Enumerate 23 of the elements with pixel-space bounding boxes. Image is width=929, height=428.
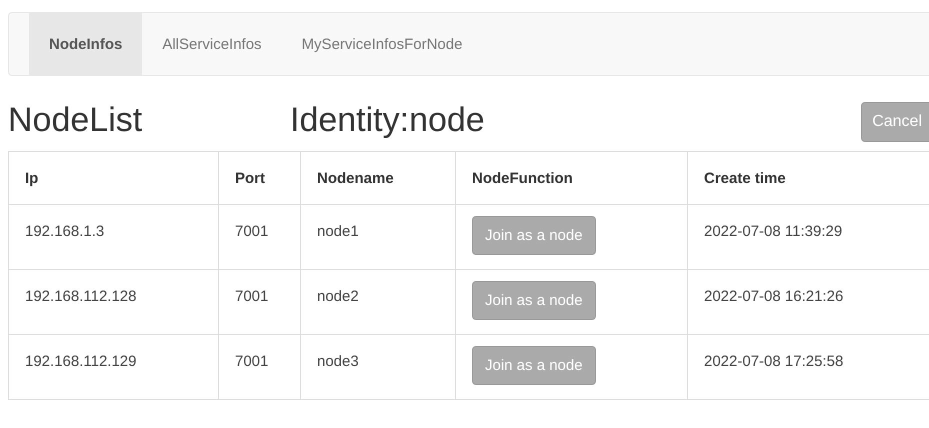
table-cell: 7001: [218, 270, 300, 335]
column-header: Port: [218, 152, 300, 205]
join-button[interactable]: Join as a node: [472, 216, 596, 256]
table-cell: node3: [300, 334, 456, 400]
page-title: NodeList: [8, 102, 144, 141]
nav-tab[interactable]: NodeInfos: [29, 13, 142, 75]
table-cell: 192.168.1.3: [8, 204, 218, 270]
table-cell: 192.168.112.129: [8, 334, 218, 400]
column-header: NodeFunction: [456, 152, 688, 205]
join-button[interactable]: Join as a node: [472, 281, 596, 320]
table-cell: 192.168.112.128: [8, 270, 218, 335]
column-header: Nodename: [300, 152, 456, 205]
table-cell: node2: [300, 270, 456, 335]
table-cell: node1: [300, 204, 456, 270]
identity-label: Identity:node: [290, 102, 486, 141]
cancel-button[interactable]: Cancel: [861, 102, 929, 142]
nav-tab[interactable]: AllServiceInfos: [142, 13, 282, 75]
table-cell: 7001: [218, 204, 300, 270]
table-cell: 7001: [218, 334, 300, 400]
nav-tab[interactable]: MyServiceInfosForNode: [282, 13, 482, 75]
join-button[interactable]: Join as a node: [472, 346, 596, 386]
column-header: Create time: [688, 152, 929, 205]
column-header: Ip: [8, 152, 218, 205]
